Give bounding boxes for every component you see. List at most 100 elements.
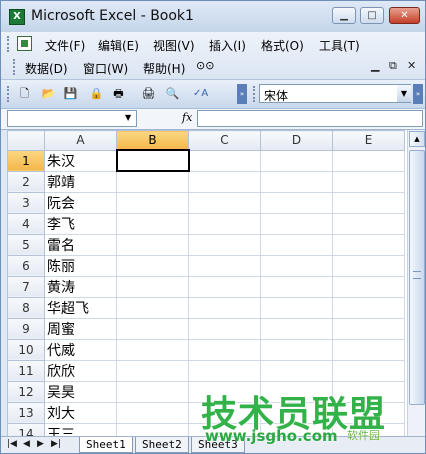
print-icon[interactable]: 🖶 <box>111 86 126 101</box>
cell-d[interactable] <box>260 359 333 382</box>
row-header[interactable]: 8 <box>7 296 45 319</box>
column-header-a[interactable]: A <box>44 130 117 151</box>
menu-data[interactable]: 数据(D) <box>25 60 68 77</box>
font-dropdown-arrow-icon[interactable]: ▼ <box>397 85 411 102</box>
active-cell[interactable] <box>115 149 190 172</box>
cell-b[interactable] <box>116 338 189 361</box>
cell-e[interactable] <box>332 338 405 361</box>
next-sheet-icon[interactable]: ▶ <box>37 439 44 449</box>
cell-c[interactable] <box>188 233 261 256</box>
save-icon[interactable]: 💾 <box>63 86 78 101</box>
cell-b[interactable] <box>116 212 189 235</box>
row-header[interactable]: 10 <box>7 338 45 361</box>
last-sheet-icon[interactable]: ▶| <box>51 439 61 449</box>
cell-d[interactable] <box>260 170 333 193</box>
cell-e[interactable] <box>332 359 405 382</box>
column-header-e[interactable]: E <box>332 130 405 151</box>
name-box[interactable]: ▼ <box>7 110 137 127</box>
row-header[interactable]: 4 <box>7 212 45 235</box>
cell-b[interactable] <box>116 275 189 298</box>
vertical-scrollbar[interactable]: ▲ <box>407 130 425 436</box>
menu-insert[interactable]: 插入(I) <box>209 37 246 54</box>
first-sheet-icon[interactable]: |◀ <box>7 439 17 449</box>
print-preview-icon[interactable]: 🖨 <box>141 86 156 101</box>
cell-a[interactable]: 欣欣 <box>44 359 117 382</box>
row-header[interactable]: 11 <box>7 359 45 382</box>
cell-d[interactable] <box>260 275 333 298</box>
tab-sheet2[interactable]: Sheet2 <box>135 437 189 453</box>
cell-c[interactable] <box>188 338 261 361</box>
menu-format[interactable]: 格式(O) <box>261 37 304 54</box>
formula-input[interactable] <box>197 110 423 127</box>
cell-c[interactable] <box>188 149 261 172</box>
cell-a[interactable]: 代威 <box>44 338 117 361</box>
menu-grip-handle[interactable] <box>7 36 11 52</box>
minimize-button[interactable]: ▁ <box>332 7 356 24</box>
cell-b[interactable] <box>116 380 189 403</box>
workbook-icon[interactable] <box>17 36 32 51</box>
cell-a[interactable]: 郭靖 <box>44 170 117 193</box>
spelling-icon[interactable]: 🔍 <box>165 86 180 101</box>
cell-b[interactable] <box>116 233 189 256</box>
row-header[interactable]: 14 <box>7 422 45 436</box>
cell-c[interactable] <box>188 359 261 382</box>
cell-a[interactable]: 阮会 <box>44 191 117 214</box>
row-header[interactable]: 6 <box>7 254 45 277</box>
permission-icon[interactable]: 🔒 <box>89 86 104 101</box>
cell-a[interactable]: 雷名 <box>44 233 117 256</box>
cell-e[interactable] <box>332 170 405 193</box>
cell-c[interactable] <box>188 317 261 340</box>
format-toolbar-chevron[interactable]: » <box>413 84 423 104</box>
excel-app-icon[interactable]: X <box>9 9 25 25</box>
cell-d[interactable] <box>260 149 333 172</box>
toolbar-options-chevron[interactable]: » <box>237 84 247 104</box>
column-header-d[interactable]: D <box>260 130 333 151</box>
cell-a[interactable]: 吴昊 <box>44 380 117 403</box>
font-name-box[interactable]: 宋体 <box>259 84 411 103</box>
row-header[interactable]: 1 <box>7 149 45 172</box>
menu-view[interactable]: 视图(V) <box>153 37 195 54</box>
scroll-up-arrow-icon[interactable]: ▲ <box>409 131 425 147</box>
row-header[interactable]: 7 <box>7 275 45 298</box>
select-all-corner[interactable] <box>7 130 45 151</box>
close-button[interactable]: ✕ <box>389 7 420 24</box>
cell-d[interactable] <box>260 233 333 256</box>
menu-edit[interactable]: 编辑(E) <box>98 37 139 54</box>
cell-d[interactable] <box>260 212 333 235</box>
cell-e[interactable] <box>332 212 405 235</box>
menu-help[interactable]: 帮助(H) <box>143 60 185 77</box>
cell-b[interactable] <box>116 170 189 193</box>
menu-window[interactable]: 窗口(W) <box>83 60 128 77</box>
cell-c[interactable] <box>188 212 261 235</box>
row-header[interactable]: 12 <box>7 380 45 403</box>
cell-a[interactable]: 周蜜 <box>44 317 117 340</box>
cell-a[interactable]: 朱汉 <box>44 149 117 172</box>
open-icon[interactable]: 📂 <box>41 86 56 101</box>
column-header-c[interactable]: C <box>188 130 261 151</box>
cell-e[interactable] <box>332 254 405 277</box>
doc-close-button[interactable]: ✕ <box>407 59 416 72</box>
menu-grip-handle-2[interactable] <box>13 59 17 75</box>
cell-b[interactable] <box>116 359 189 382</box>
cell-b[interactable] <box>116 254 189 277</box>
cell-d[interactable] <box>260 296 333 319</box>
cell-e[interactable] <box>332 275 405 298</box>
menu-tools[interactable]: 工具(T) <box>319 37 360 54</box>
format-toolbar-grip[interactable] <box>253 86 257 102</box>
cell-b[interactable] <box>116 401 189 424</box>
menu-file[interactable]: 文件(F) <box>45 37 85 54</box>
cell-d[interactable] <box>260 317 333 340</box>
cell-d[interactable] <box>260 191 333 214</box>
tab-sheet1[interactable]: Sheet1 <box>79 437 133 453</box>
cell-b[interactable] <box>116 422 189 436</box>
new-icon[interactable]: 🗋 <box>17 86 32 101</box>
row-header[interactable]: 3 <box>7 191 45 214</box>
row-header[interactable]: 2 <box>7 170 45 193</box>
doc-minimize-button[interactable]: ▁ <box>371 59 379 72</box>
research-icon[interactable]: ✓A <box>193 86 208 101</box>
name-box-dropdown-icon[interactable]: ▼ <box>125 113 131 122</box>
row-header[interactable]: 9 <box>7 317 45 340</box>
cell-a[interactable]: 陈丽 <box>44 254 117 277</box>
doc-restore-button[interactable]: ⧉ <box>389 59 397 73</box>
cell-e[interactable] <box>332 233 405 256</box>
